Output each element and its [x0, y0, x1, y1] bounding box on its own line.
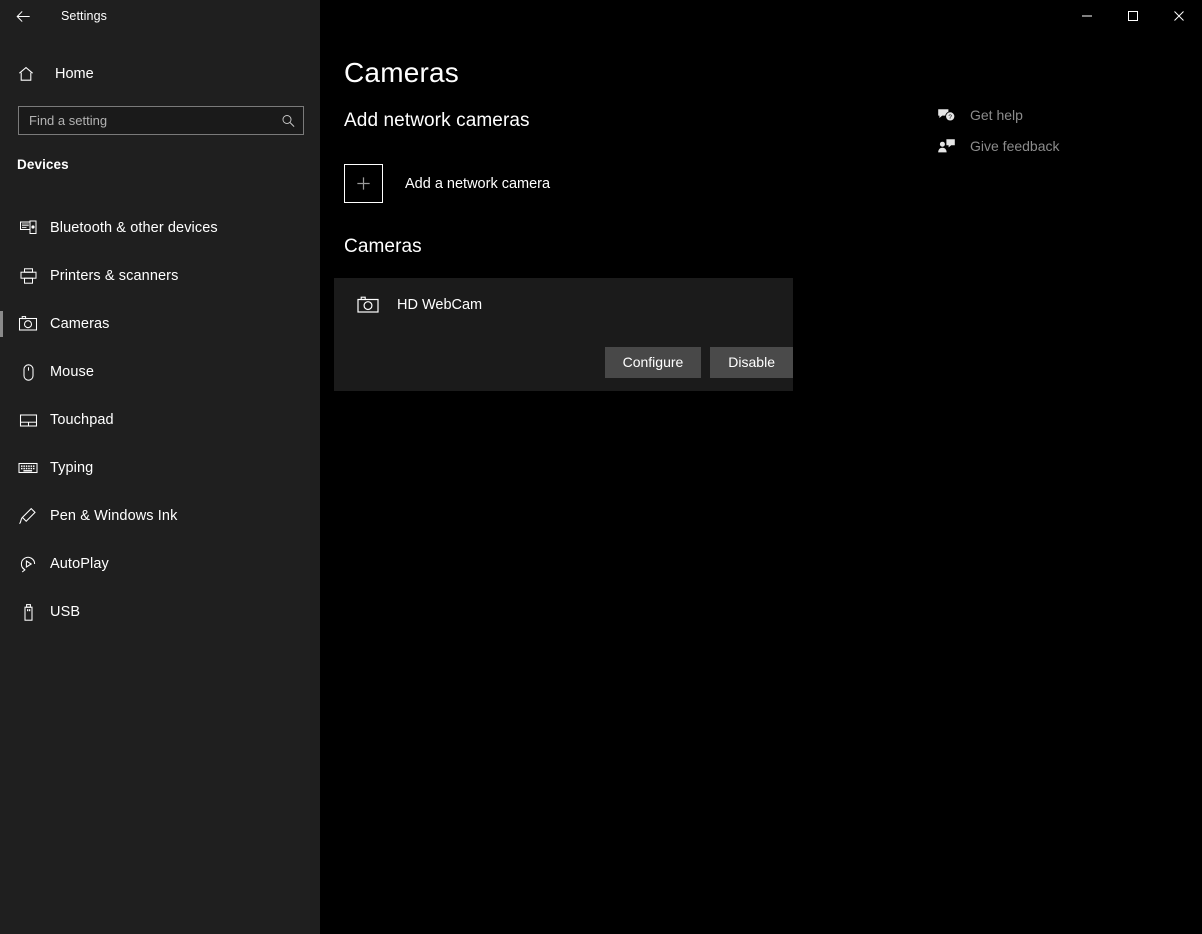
- sidebar-item-pen-windows-ink[interactable]: Pen & Windows Ink: [0, 492, 320, 540]
- add-network-camera-button[interactable]: Add a network camera: [344, 164, 550, 203]
- add-network-camera-label: Add a network camera: [405, 176, 550, 192]
- sidebar-item-label: Cameras: [50, 316, 110, 332]
- app-title: Settings: [61, 9, 107, 23]
- sidebar-item-label: AutoPlay: [50, 556, 109, 572]
- sidebar-item-label: Touchpad: [50, 412, 114, 428]
- sidebar: Home Devices: [0, 0, 320, 934]
- pen-icon: [15, 506, 41, 526]
- disable-button[interactable]: Disable: [710, 347, 793, 378]
- search-input[interactable]: [18, 106, 304, 135]
- sidebar-item-label: Pen & Windows Ink: [50, 508, 177, 524]
- sidebar-item-usb[interactable]: USB: [0, 588, 320, 636]
- home-icon: [17, 65, 39, 83]
- search-box[interactable]: [18, 106, 304, 135]
- plus-icon: [344, 164, 383, 203]
- keyboard-icon: [15, 458, 41, 478]
- mouse-icon: [15, 363, 41, 382]
- give-feedback-label: Give feedback: [970, 138, 1060, 154]
- sidebar-item-bluetooth-other-devices[interactable]: Bluetooth & other devices: [0, 204, 320, 252]
- settings-window: Settings: [0, 0, 1202, 934]
- sidebar-category-label: Devices: [17, 157, 69, 172]
- printer-icon: [15, 267, 41, 286]
- section-heading-cameras: Cameras: [344, 236, 422, 258]
- home-label: Home: [55, 66, 94, 82]
- configure-button[interactable]: Configure: [605, 347, 702, 378]
- camera-icon: [15, 314, 41, 334]
- main-content: Cameras Add network cameras Add a networ…: [320, 0, 1202, 934]
- back-button[interactable]: [0, 0, 46, 32]
- camera-icon: [355, 292, 381, 318]
- get-help-icon: ?: [935, 106, 957, 125]
- sidebar-item-home[interactable]: Home: [0, 58, 320, 90]
- get-help-link[interactable]: ? Get help: [935, 100, 1060, 130]
- sidebar-item-label: Typing: [50, 460, 93, 476]
- get-help-label: Get help: [970, 107, 1023, 123]
- sidebar-item-label: Printers & scanners: [50, 268, 178, 284]
- section-heading-add-network-cameras: Add network cameras: [344, 110, 530, 132]
- camera-device-header: HD WebCam: [355, 292, 482, 318]
- give-feedback-link[interactable]: Give feedback: [935, 131, 1060, 161]
- title-bar: Settings: [0, 0, 1202, 32]
- sidebar-item-label: USB: [50, 604, 80, 620]
- minimize-button[interactable]: [1064, 0, 1110, 32]
- camera-device-name: HD WebCam: [397, 297, 482, 313]
- sidebar-item-typing[interactable]: Typing: [0, 444, 320, 492]
- give-feedback-icon: [935, 137, 957, 156]
- page-title: Cameras: [344, 57, 459, 89]
- sidebar-item-label: Bluetooth & other devices: [50, 220, 218, 236]
- sidebar-item-label: Mouse: [50, 364, 94, 380]
- bluetooth-devices-icon: [15, 219, 41, 238]
- sidebar-item-cameras[interactable]: Cameras: [0, 300, 320, 348]
- window-controls: [1064, 0, 1202, 32]
- help-panel: ? Get help Give feedback: [935, 100, 1060, 162]
- sidebar-item-mouse[interactable]: Mouse: [0, 348, 320, 396]
- touchpad-icon: [15, 411, 41, 430]
- usb-icon: [15, 603, 41, 622]
- sidebar-nav-list: Bluetooth & other devices Printers & sca…: [0, 204, 320, 636]
- sidebar-item-autoplay[interactable]: AutoPlay: [0, 540, 320, 588]
- svg-text:?: ?: [948, 113, 952, 120]
- close-button[interactable]: [1156, 0, 1202, 32]
- autoplay-icon: [15, 554, 41, 574]
- camera-device-actions: Configure Disable: [605, 347, 793, 378]
- back-arrow-icon: [16, 9, 31, 24]
- camera-device-card[interactable]: HD WebCam Configure Disable: [334, 278, 793, 391]
- sidebar-item-touchpad[interactable]: Touchpad: [0, 396, 320, 444]
- selection-indicator: [0, 311, 3, 337]
- maximize-icon: [1127, 10, 1139, 22]
- sidebar-item-printers-scanners[interactable]: Printers & scanners: [0, 252, 320, 300]
- close-icon: [1173, 10, 1185, 22]
- maximize-button[interactable]: [1110, 0, 1156, 32]
- minimize-icon: [1081, 10, 1093, 22]
